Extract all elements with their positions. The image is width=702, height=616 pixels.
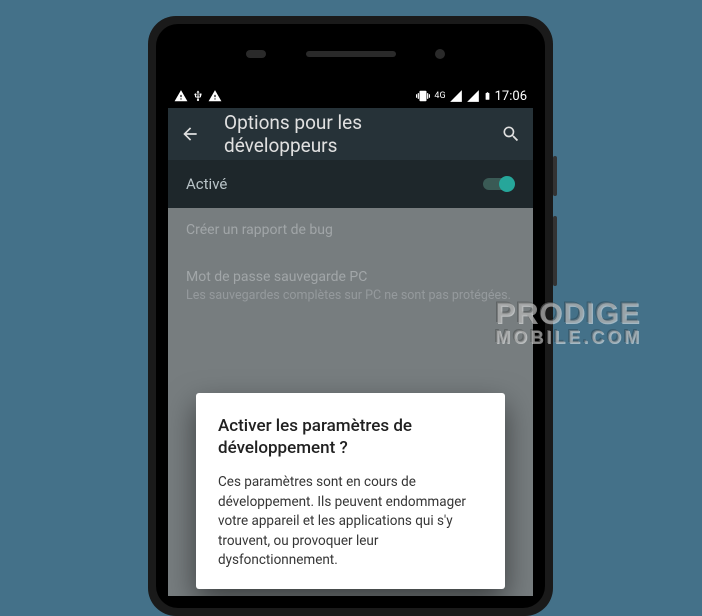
dialog-title: Activer les paramètres de développement … [218,415,483,459]
phone-inner: 4G 17:06 Options pour les développeurs A… [156,24,545,608]
signal-icon [466,89,480,103]
back-icon[interactable] [180,124,200,144]
master-toggle-row[interactable]: Activé [168,160,533,208]
usb-icon [192,89,204,103]
clock: 17:06 [495,89,527,104]
status-bar: 4G 17:06 [168,84,533,108]
phone-speaker-area [156,24,545,84]
warning-icon [174,89,188,103]
settings-content: Créer un rapport de bug Mot de passe sau… [168,208,533,596]
dialog-body: Ces paramètres sont en cours de développ… [218,473,483,571]
search-icon[interactable] [501,124,521,144]
app-bar: Options pour les développeurs [168,108,533,160]
phone-frame: 4G 17:06 Options pour les développeurs A… [148,16,553,616]
vibrate-icon [415,89,431,103]
page-title: Options pour les développeurs [224,111,477,157]
warning-icon [208,89,222,103]
confirm-dialog: Activer les paramètres de développement … [196,393,505,589]
side-button [553,216,557,286]
screen: 4G 17:06 Options pour les développeurs A… [168,84,533,596]
master-toggle-label: Activé [186,175,227,193]
master-toggle-switch[interactable] [481,175,515,193]
signal-icon [449,89,463,103]
side-button [553,156,557,196]
battery-icon [483,89,492,103]
network-label: 4G [434,91,445,101]
